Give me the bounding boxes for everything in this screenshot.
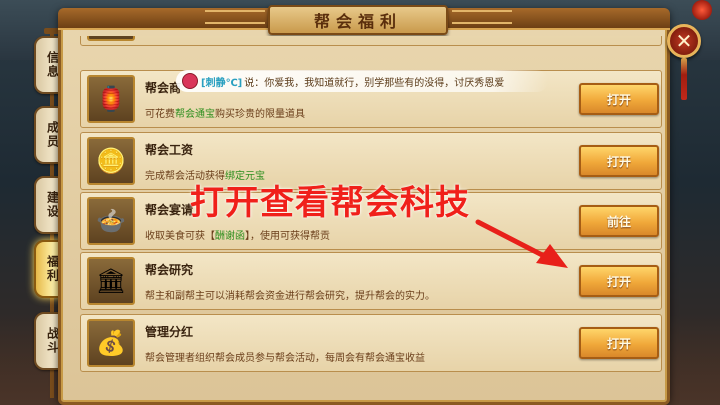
coins-icon: 🪙 bbox=[87, 137, 135, 185]
item-description: 可花费帮会通宝购买珍贵的限量道具 bbox=[145, 109, 305, 120]
item-title: 帮会研究 bbox=[145, 263, 194, 277]
list-item-partial bbox=[80, 36, 662, 46]
open-research-button[interactable]: 打开 bbox=[579, 265, 659, 297]
banquet-icon: 🍲 bbox=[87, 197, 135, 245]
panel-title: 帮会福利 bbox=[313, 12, 402, 31]
item-icon bbox=[87, 36, 135, 41]
item-title: 管理分红 bbox=[145, 325, 194, 339]
research-icon: 🏛 bbox=[87, 257, 135, 305]
lantern-decoration bbox=[692, 0, 712, 20]
item-description: 帮会管理者组织帮会成员参与帮会活动，每周会有帮会通宝收益 bbox=[145, 353, 425, 364]
title-ornament-right bbox=[452, 10, 512, 24]
list-item-dividend: 💰 管理分红 帮会管理者组织帮会成员参与帮会活动，每周会有帮会通宝收益 打开 bbox=[80, 314, 662, 372]
gold-ingot-icon: 💰 bbox=[87, 319, 135, 367]
tassel-decoration bbox=[681, 58, 687, 100]
item-description: 帮主和副帮主可以消耗帮会资金进行帮会研究，提升帮会的实力。 bbox=[145, 291, 435, 302]
chat-sender: [刺静℃] bbox=[201, 77, 243, 89]
open-dividend-button[interactable]: 打开 bbox=[579, 327, 659, 359]
close-icon: ✕ bbox=[675, 29, 693, 53]
chat-message: [刺静℃] 说：你爱我，我知道就行，别学那些有的没得，讨厌秀恩爱 bbox=[176, 70, 548, 92]
item-title: 帮会工资 bbox=[145, 143, 194, 157]
panel-title-plate: 帮会福利 bbox=[268, 5, 448, 35]
open-salary-button[interactable]: 打开 bbox=[579, 145, 659, 177]
annotation-text: 打开查看帮会科技 bbox=[190, 183, 470, 223]
title-ornament-left bbox=[205, 10, 265, 24]
goto-banquet-button[interactable]: 前往 bbox=[579, 205, 659, 237]
shop-icon: 🏮 bbox=[87, 75, 135, 123]
open-shop-button[interactable]: 打开 bbox=[579, 83, 659, 115]
chat-text: 说：你爱我，我知道就行，别学那些有的没得，讨厌秀恩爱 bbox=[244, 77, 505, 89]
avatar bbox=[182, 73, 198, 89]
item-description: 收取美食可获【酬谢函】，使用可获得帮贡 bbox=[145, 231, 330, 242]
close-button[interactable]: ✕ bbox=[667, 24, 701, 58]
item-title: 帮会宴请 bbox=[145, 203, 194, 217]
list-item-research: 🏛 帮会研究 帮主和副帮主可以消耗帮会资金进行帮会研究，提升帮会的实力。 打开 bbox=[80, 252, 662, 310]
